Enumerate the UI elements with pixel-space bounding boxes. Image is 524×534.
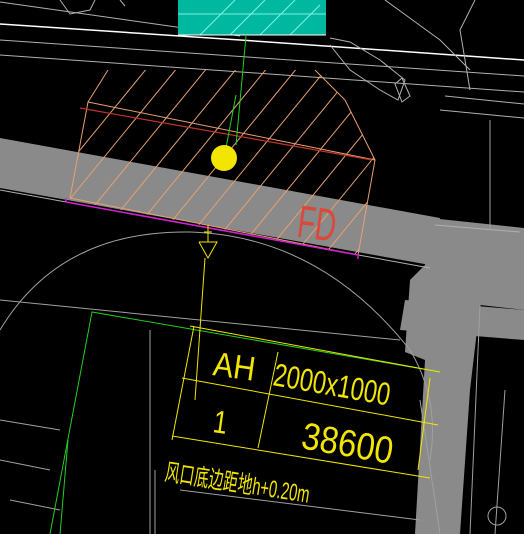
fd-label: FD bbox=[294, 197, 339, 252]
table-text: AH 2000x1000 1 38600 风口底边距地h+0.20m bbox=[163, 345, 396, 508]
table-cell-ah: AH bbox=[211, 345, 258, 388]
table-cell-value: 38600 bbox=[298, 416, 396, 473]
table-cell-qty: 1 bbox=[211, 403, 230, 441]
table-note: 风口底边距地h+0.20m bbox=[163, 459, 311, 509]
yellow-circle-marker[interactable] bbox=[211, 145, 237, 171]
cad-drawing-canvas[interactable]: FD AH 2000x1000 1 38600 风口底边距地h+0.20m bbox=[0, 0, 524, 534]
cyan-duct-segment bbox=[178, 0, 326, 36]
table-cell-size: 2000x1000 bbox=[271, 356, 393, 412]
